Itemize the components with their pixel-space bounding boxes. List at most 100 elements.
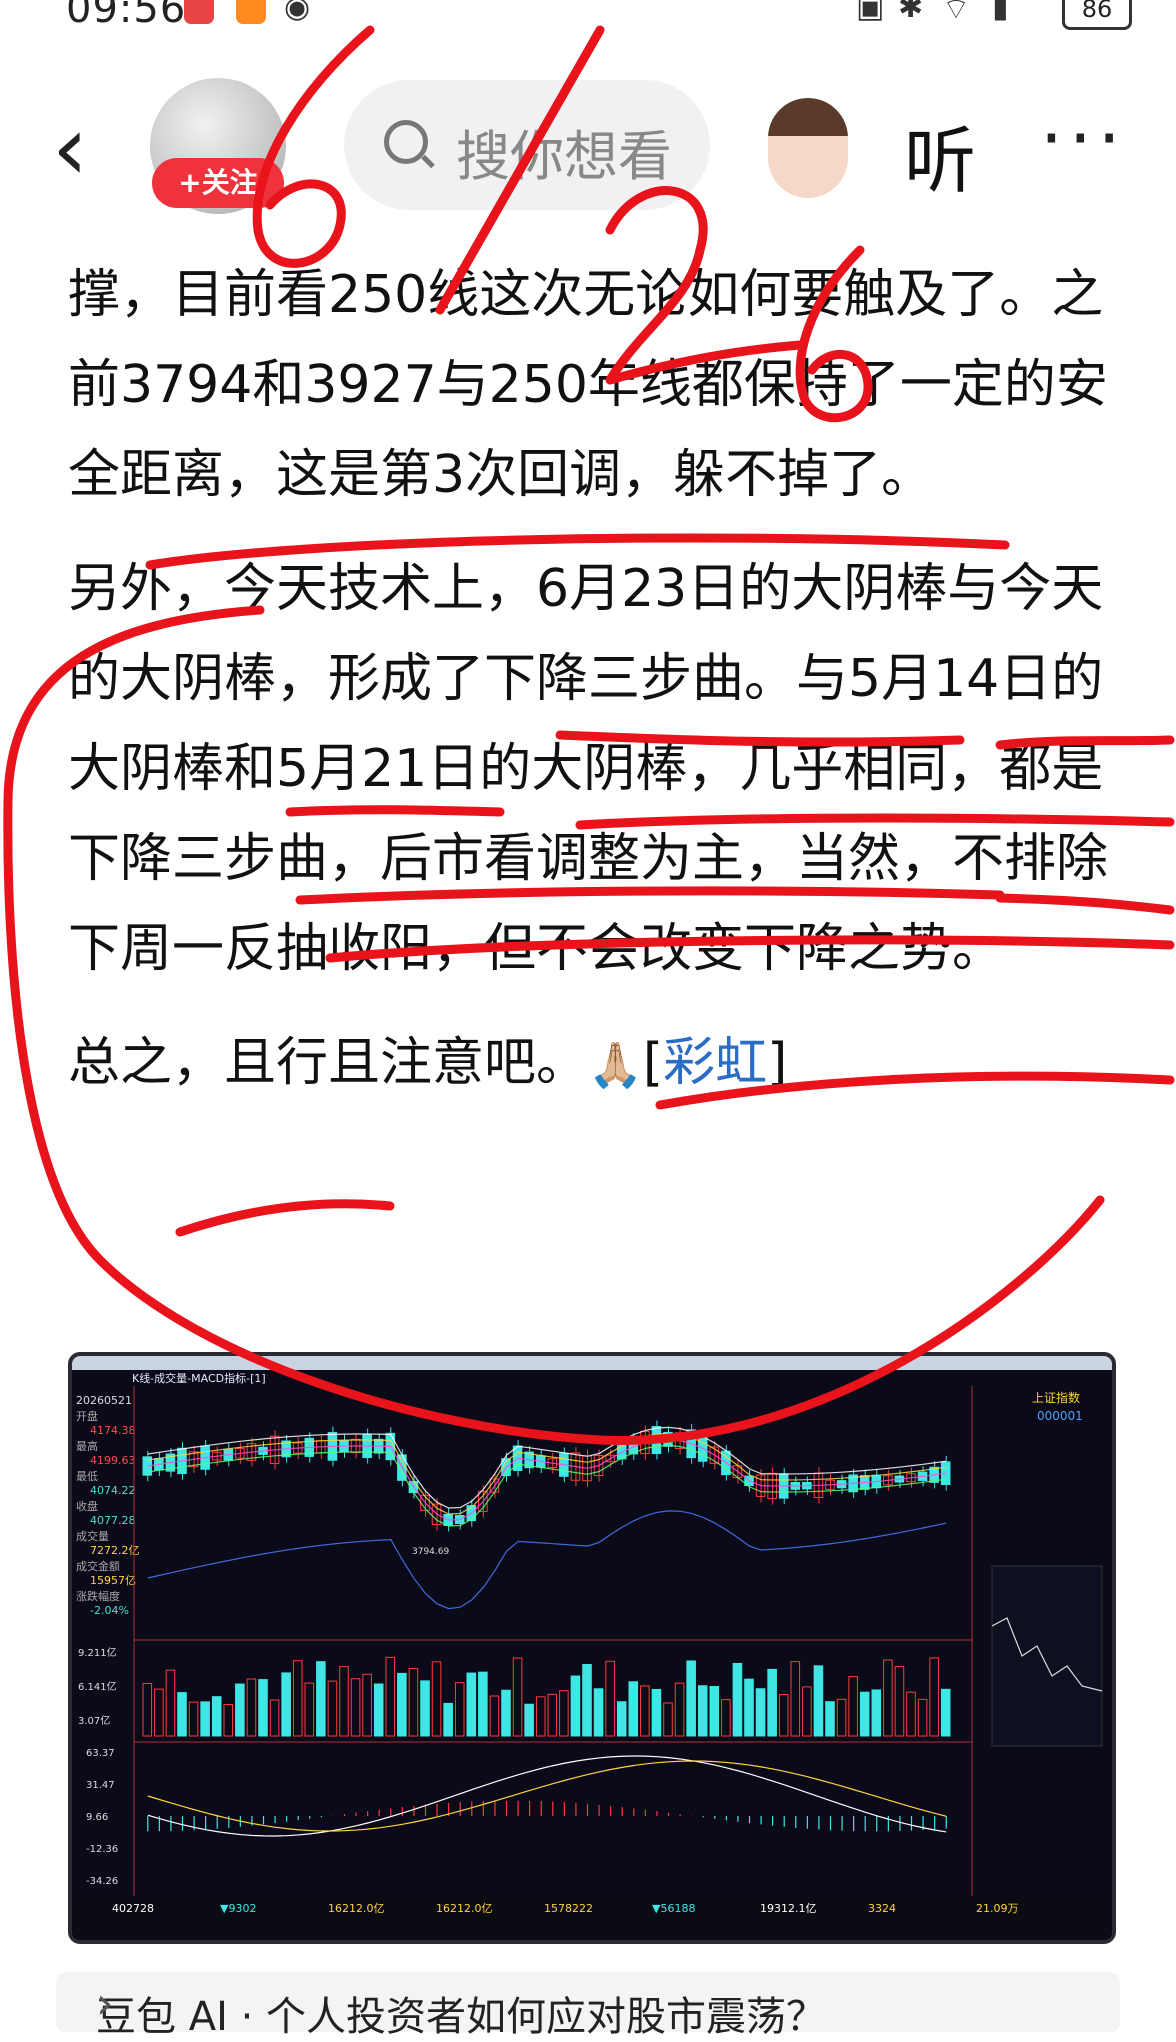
- volume-bar: [744, 1678, 754, 1737]
- high-value: 4199.63: [90, 1454, 136, 1467]
- open-label: 开盘: [76, 1409, 98, 1423]
- volume-bar: [697, 1685, 708, 1737]
- bottom-bar-value: 16212.0亿: [328, 1902, 385, 1915]
- date-label: 20260521: [76, 1394, 132, 1407]
- volume-bar: [316, 1661, 326, 1737]
- index-name: 上证指数: [1032, 1390, 1080, 1405]
- bottom-bar-value: 1578222: [544, 1902, 593, 1915]
- volume-bar: [466, 1672, 477, 1737]
- macd-tick-label: -34.26: [86, 1876, 118, 1887]
- paragraph-2: 另外，今天技术上，6月23日的大阴棒与今天的大阴棒，形成了下降三步曲。与5月14…: [68, 559, 1109, 979]
- open-value: 4174.38: [90, 1424, 136, 1437]
- bottom-bar-value: 21.09万: [976, 1902, 1019, 1915]
- search-box[interactable]: 搜你想看: [344, 80, 710, 210]
- follow-button[interactable]: +关注: [152, 158, 284, 208]
- intraday-mini-chart: [991, 1565, 1103, 1747]
- volume-bar: [859, 1691, 870, 1737]
- macd-tick-label: 63.37: [86, 1748, 115, 1759]
- volume-bar: [813, 1665, 824, 1737]
- volume-label: 成交量: [76, 1529, 109, 1543]
- status-time: 09:56: [66, 0, 187, 32]
- index-code: 000001: [1037, 1409, 1083, 1423]
- close-label: 收盘: [76, 1499, 98, 1513]
- macd-tick-label: 31.47: [86, 1780, 115, 1791]
- volume-bar: [397, 1672, 407, 1737]
- volume-bar: [258, 1679, 268, 1737]
- volume-bar: [871, 1689, 882, 1737]
- huawei-app-icon: [184, 0, 214, 24]
- eye-icon: ◉: [284, 0, 311, 25]
- macd-tick-label: -12.36: [86, 1844, 118, 1855]
- low-marker-label: 3794.69: [412, 1547, 449, 1557]
- volume-bar: [825, 1701, 835, 1737]
- volume-bar: [616, 1701, 627, 1737]
- rainbow-emoji-tag[interactable]: 彩虹: [663, 1033, 767, 1093]
- tag-bracket-close: ]: [767, 1033, 788, 1093]
- pray-emoji-icon: 🙏🏼: [588, 1040, 643, 1091]
- article-body: 撑，目前看250线这次无论如何要触及了。之前3794和3927与250年线都保持…: [68, 250, 1128, 1135]
- chevron-right-icon: ›: [96, 1978, 114, 2029]
- paragraph-3-text: 总之，且行且注意吧。: [68, 1033, 589, 1093]
- volume-bar: [709, 1685, 720, 1737]
- volume-bar: [570, 1675, 581, 1737]
- volume-bar: [478, 1671, 488, 1737]
- stock-chart-photo[interactable]: K线-成交量-MACD指标-[1] 20260521 开盘 4174.38 最高…: [68, 1352, 1116, 1944]
- bottom-quote-bar: 402728 ▼9302 16212.0亿 16212.0亿 1578222 ▼56188…: [112, 1902, 1019, 1915]
- volume-bar: [651, 1688, 662, 1737]
- volume-bar: [420, 1680, 430, 1737]
- volume-bar: [524, 1703, 534, 1737]
- amount-label: 成交金额: [76, 1559, 120, 1573]
- search-placeholder: 搜你想看: [456, 125, 672, 188]
- paragraph-3: 总之，且行且注意吧。🙏🏼[彩虹]: [68, 1018, 1128, 1111]
- nfc-icon: ▣: [856, 0, 885, 25]
- battery-icon: 86: [1062, 0, 1132, 30]
- kline-chart: K线-成交量-MACD指标-[1] 20260521 开盘 4174.38 最高…: [72, 1356, 1112, 1940]
- status-bar: 09:56 ◉ ▣ ✱ ⌔ ▮ 86: [0, 0, 1176, 34]
- top-nav: ‹ +关注 搜你想看 听 ···: [0, 60, 1176, 230]
- volume-bar: [940, 1688, 951, 1737]
- bottom-bar-value: 19312.1亿: [760, 1902, 817, 1915]
- close-value: 4077.28: [90, 1514, 136, 1527]
- volume-bar: [177, 1692, 187, 1737]
- volume-tick-label: 6.141亿: [78, 1680, 117, 1693]
- low-value: 4074.22: [90, 1484, 136, 1497]
- back-button[interactable]: ‹: [52, 104, 112, 194]
- volume-bar: [200, 1701, 210, 1737]
- bluetooth-icon: ✱: [898, 0, 924, 25]
- assistant-avatar[interactable]: [768, 98, 848, 198]
- tag-bracket-open: [: [642, 1033, 664, 1093]
- volume-tick-label: 3.07亿: [78, 1714, 110, 1727]
- low-label: 最低: [76, 1470, 98, 1483]
- alert-icon: ▮: [992, 0, 1009, 25]
- bottom-bar-value: ▼56188: [652, 1902, 695, 1915]
- amount-value: 15957亿: [90, 1574, 136, 1587]
- volume-bar: [732, 1662, 743, 1737]
- change-value: -2.04%: [90, 1604, 129, 1617]
- ai-suggestion-card[interactable]: 豆包 AI · 个人投资者如何应对股市震荡？ ›: [56, 1972, 1120, 2040]
- chart-title: K线-成交量-MACD指标-[1]: [132, 1371, 266, 1385]
- bottom-bar-value: ▼9302: [220, 1902, 256, 1915]
- volume-bar: [582, 1663, 592, 1737]
- underline-zongzhi: [175, 1199, 395, 1237]
- search-icon: [384, 120, 428, 164]
- volume-bar: [628, 1681, 639, 1737]
- volume-bar: [211, 1696, 222, 1737]
- bottom-bar-value: 402728: [112, 1902, 154, 1915]
- more-icon[interactable]: ···: [1040, 96, 1127, 180]
- volume-bar: [767, 1668, 777, 1737]
- volume-bar: [593, 1688, 604, 1737]
- volume-bar: [235, 1683, 245, 1737]
- macd-tick-label: 9.66: [86, 1812, 108, 1823]
- bottom-bar-value: 3324: [868, 1902, 896, 1915]
- volume-bar: [281, 1672, 291, 1737]
- volume-bar: [373, 1683, 384, 1737]
- listen-button[interactable]: 听: [904, 102, 976, 207]
- paragraph-1: 撑，目前看250线这次无论如何要触及了。之前3794和3927与250年线都保持…: [68, 265, 1108, 505]
- change-label: 涨跌幅度: [76, 1589, 120, 1603]
- volume-tick-label: 9.211亿: [78, 1646, 117, 1659]
- wifi-icon: ⌔: [942, 0, 971, 27]
- bottom-bar-value: 16212.0亿: [436, 1902, 493, 1915]
- volume-bar: [443, 1702, 453, 1737]
- volume-bar: [755, 1688, 766, 1737]
- orange-app-icon: [236, 0, 266, 24]
